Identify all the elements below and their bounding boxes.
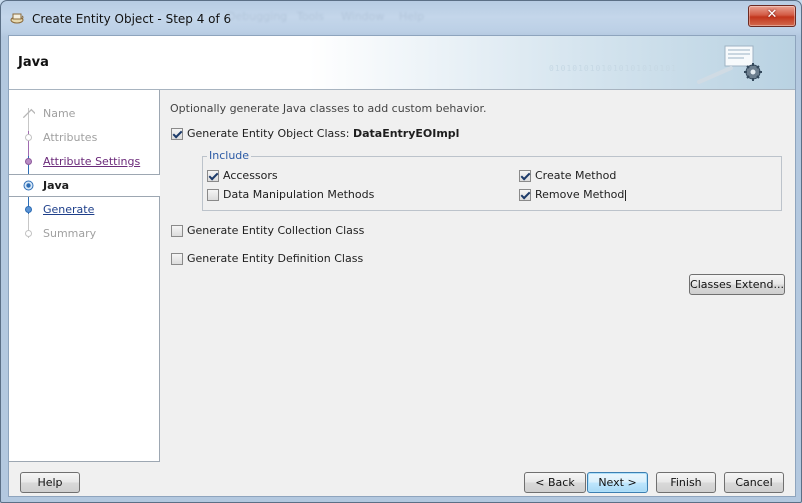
step-start-icon bbox=[22, 108, 35, 119]
close-icon: ✕ bbox=[766, 7, 778, 22]
step-dot-icon bbox=[25, 206, 32, 213]
step-dot-icon bbox=[25, 134, 32, 141]
step-label[interactable]: Generate bbox=[43, 203, 94, 216]
ghost-menu-item: Window bbox=[341, 10, 385, 23]
dialog-window: Create Entity Object - Step 4 of 6 Debug… bbox=[0, 0, 802, 503]
title-bar[interactable]: Create Entity Object - Step 4 of 6 Debug… bbox=[1, 1, 801, 35]
remove-method-text: Remove Method bbox=[535, 188, 625, 201]
dialog-body: 0101010101010101010101 Java Name Attribu… bbox=[8, 35, 796, 497]
step-label: Summary bbox=[43, 227, 97, 240]
ghost-menu-item: Help bbox=[399, 10, 425, 23]
text-caret bbox=[625, 189, 627, 201]
step-generate[interactable]: Generate bbox=[9, 199, 159, 221]
window-title: Create Entity Object - Step 4 of 6 bbox=[32, 12, 232, 26]
wizard-steps-panel: Name Attributes Attribute Settings Java … bbox=[9, 90, 160, 462]
accessors-label[interactable]: Accessors bbox=[223, 169, 278, 182]
entity-object-class-text: Generate Entity Object Class: bbox=[187, 127, 353, 140]
step-label: Attributes bbox=[43, 131, 98, 144]
generate-entity-object-class-label[interactable]: Generate Entity Object Class: DataEntryE… bbox=[187, 127, 459, 140]
classes-extend-button[interactable]: Classes Extend... bbox=[689, 274, 785, 295]
entity-object-class-name: DataEntryEOImpl bbox=[352, 127, 460, 140]
step-attributes: Attributes bbox=[9, 127, 159, 149]
page-title: Java bbox=[18, 55, 49, 70]
ghost-menu-item: Tools bbox=[297, 10, 325, 23]
step-label[interactable]: Attribute Settings bbox=[43, 155, 140, 168]
ghost-menu-item: Debugging bbox=[227, 10, 288, 23]
step-current-icon bbox=[23, 180, 34, 191]
include-group: Include Accessors Data Manipulation Meth… bbox=[202, 149, 782, 211]
create-method-checkbox[interactable] bbox=[519, 170, 531, 182]
step-label: Java bbox=[43, 179, 70, 192]
step-header: 0101010101010101010101 Java bbox=[9, 36, 795, 90]
data-manipulation-methods-label[interactable]: Data Manipulation Methods bbox=[223, 188, 374, 201]
generate-entity-definition-class-checkbox[interactable] bbox=[171, 253, 183, 265]
remove-method-label[interactable]: Remove Method bbox=[535, 188, 627, 201]
remove-method-checkbox[interactable] bbox=[519, 189, 531, 201]
close-button[interactable]: ✕ bbox=[748, 5, 796, 27]
help-button[interactable]: Help bbox=[20, 472, 80, 493]
step-java[interactable]: Java bbox=[9, 174, 160, 197]
generate-entity-collection-class-label[interactable]: Generate Entity Collection Class bbox=[187, 224, 364, 237]
cancel-button[interactable]: Cancel bbox=[724, 472, 784, 493]
step-label: Name bbox=[43, 107, 76, 120]
step-dot-icon bbox=[25, 230, 32, 237]
generate-entity-definition-class-label[interactable]: Generate Entity Definition Class bbox=[187, 252, 363, 265]
accessors-checkbox[interactable] bbox=[207, 170, 219, 182]
next-button[interactable]: Next > bbox=[587, 472, 648, 493]
jdeveloper-app-icon bbox=[10, 13, 24, 24]
step-summary: Summary bbox=[9, 223, 159, 245]
wizard-gear-icon bbox=[697, 45, 762, 84]
include-group-title: Include bbox=[207, 149, 252, 162]
step-attribute-settings[interactable]: Attribute Settings bbox=[9, 151, 159, 173]
finish-button[interactable]: Finish bbox=[656, 472, 716, 493]
generate-entity-collection-class-checkbox[interactable] bbox=[171, 225, 183, 237]
create-method-label[interactable]: Create Method bbox=[535, 169, 616, 182]
back-button[interactable]: < Back bbox=[524, 472, 586, 493]
description-text: Optionally generate Java classes to add … bbox=[170, 102, 487, 115]
step-dot-icon bbox=[25, 158, 32, 165]
data-manipulation-methods-checkbox[interactable] bbox=[207, 189, 219, 201]
step-name: Name bbox=[9, 103, 159, 125]
generate-entity-object-class-checkbox[interactable] bbox=[171, 128, 183, 140]
header-binary-decoration: 0101010101010101010101 bbox=[549, 64, 677, 73]
java-options-panel: Optionally generate Java classes to add … bbox=[169, 90, 795, 460]
